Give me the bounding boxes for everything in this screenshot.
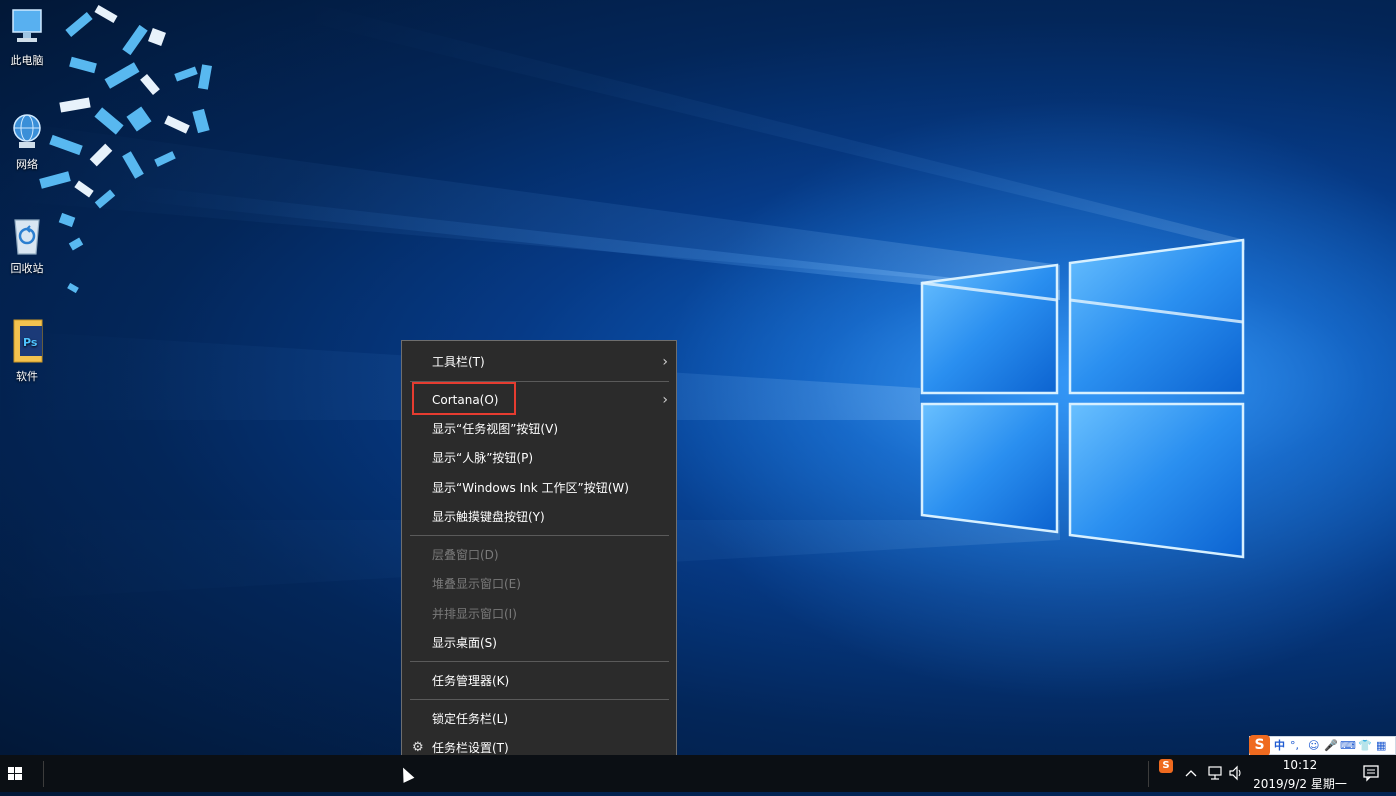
network-icon: [13, 114, 41, 148]
menu-item-lock-taskbar[interactable]: 锁定任务栏(L): [402, 706, 676, 732]
sogou-ime-logo-icon[interactable]: S: [1249, 735, 1270, 756]
menu-item-show-touch-keyboard-button[interactable]: 显示触摸键盘按钮(Y): [402, 504, 676, 530]
menu-item-label: 显示桌面(S): [432, 636, 497, 650]
menu-item-cascade-windows[interactable]: 层叠窗口(D): [402, 542, 676, 568]
volume-icon[interactable]: [1228, 765, 1244, 781]
ime-skin-icon[interactable]: 👕: [1358, 737, 1372, 754]
ime-punctuation-toggle[interactable]: °,: [1290, 737, 1299, 754]
desktop-icon-network[interactable]: 网络: [2, 112, 52, 172]
menu-item-label: 任务栏设置(T): [432, 741, 509, 755]
menu-separator: [410, 535, 669, 536]
cortana-highlight-annotation: [412, 382, 516, 415]
desktop-icon-label: 回收站: [10, 262, 44, 275]
ime-toolbar: 中 °, ☺ 🎤 ⌨ 👕 ▦: [1249, 736, 1396, 755]
desktop-icon-software-folder[interactable]: Ps 软件: [2, 318, 52, 384]
tray-sogou-icon[interactable]: S: [1159, 759, 1173, 773]
network-tray-icon[interactable]: [1206, 765, 1224, 781]
desktop-icon-label: 此电脑: [10, 54, 44, 67]
chevron-right-icon: ›: [662, 392, 668, 408]
menu-item-label: 显示触摸键盘按钮(Y): [432, 510, 545, 524]
computer-icon: [12, 9, 42, 42]
menu-item-label: 堆叠显示窗口(E): [432, 577, 521, 591]
menu-separator: [410, 661, 669, 662]
taskbar-divider: [43, 761, 44, 787]
menu-item-label: 显示“人脉”按钮(P): [432, 451, 534, 465]
windows-logo-light-icon: [0, 0, 1396, 700]
start-button[interactable]: [0, 755, 30, 792]
taskbar-divider: [1148, 761, 1149, 787]
menu-item-show-desktop[interactable]: 显示桌面(S): [402, 630, 676, 656]
desktop-wallpaper: [0, 0, 1396, 755]
desktop-icon-this-pc[interactable]: 此电脑: [2, 8, 52, 68]
clock-time[interactable]: 10:12: [1252, 758, 1348, 772]
menu-item-side-by-side-windows[interactable]: 并排显示窗口(I): [402, 601, 676, 627]
folder-icon: Ps: [13, 319, 43, 363]
menu-item-task-manager[interactable]: 任务管理器(K): [402, 668, 676, 694]
menu-item-label: 层叠窗口(D): [432, 548, 499, 562]
ime-keyboard-icon[interactable]: ⌨: [1340, 737, 1356, 754]
menu-item-label: 显示“任务视图”按钮(V): [432, 422, 559, 436]
menu-item-show-people-button[interactable]: 显示“人脉”按钮(P): [402, 445, 676, 471]
menu-item-label: 工具栏(T): [432, 355, 485, 369]
desktop-icon-label: 软件: [16, 370, 38, 383]
recycle-bin-icon: [14, 219, 40, 255]
ime-emoji-icon[interactable]: ☺: [1308, 737, 1319, 754]
clock-date[interactable]: 2019/9/2 星期一: [1252, 775, 1348, 792]
menu-item-label: 任务管理器(K): [432, 674, 510, 688]
taskbar: S 10:12 2019/9/2 星期一: [0, 755, 1396, 792]
desktop-icon-label: 网络: [16, 158, 38, 171]
menu-item-toolbars[interactable]: 工具栏(T) ›: [402, 349, 676, 375]
desktop-icon-recycle-bin[interactable]: 回收站: [2, 214, 52, 276]
svg-text:Ps: Ps: [23, 336, 38, 349]
windows-start-icon: [8, 767, 22, 780]
menu-separator: [410, 699, 669, 700]
menu-item-stack-windows[interactable]: 堆叠显示窗口(E): [402, 571, 676, 597]
menu-item-label: 显示“Windows Ink 工作区”按钮(W): [432, 481, 629, 495]
action-center-icon[interactable]: [1362, 764, 1380, 782]
menu-item-label: 并排显示窗口(I): [432, 607, 517, 621]
ime-voice-icon[interactable]: 🎤: [1324, 737, 1338, 754]
menu-item-show-task-view-button[interactable]: 显示“任务视图”按钮(V): [402, 416, 676, 442]
ime-toolbox-icon[interactable]: ▦: [1376, 737, 1386, 754]
chevron-up-icon[interactable]: [1184, 767, 1198, 779]
menu-item-show-windows-ink-button[interactable]: 显示“Windows Ink 工作区”按钮(W): [402, 475, 676, 501]
menu-item-label: 锁定任务栏(L): [432, 712, 509, 726]
ime-mode-toggle[interactable]: 中: [1274, 737, 1285, 754]
chevron-right-icon: ›: [662, 354, 668, 370]
